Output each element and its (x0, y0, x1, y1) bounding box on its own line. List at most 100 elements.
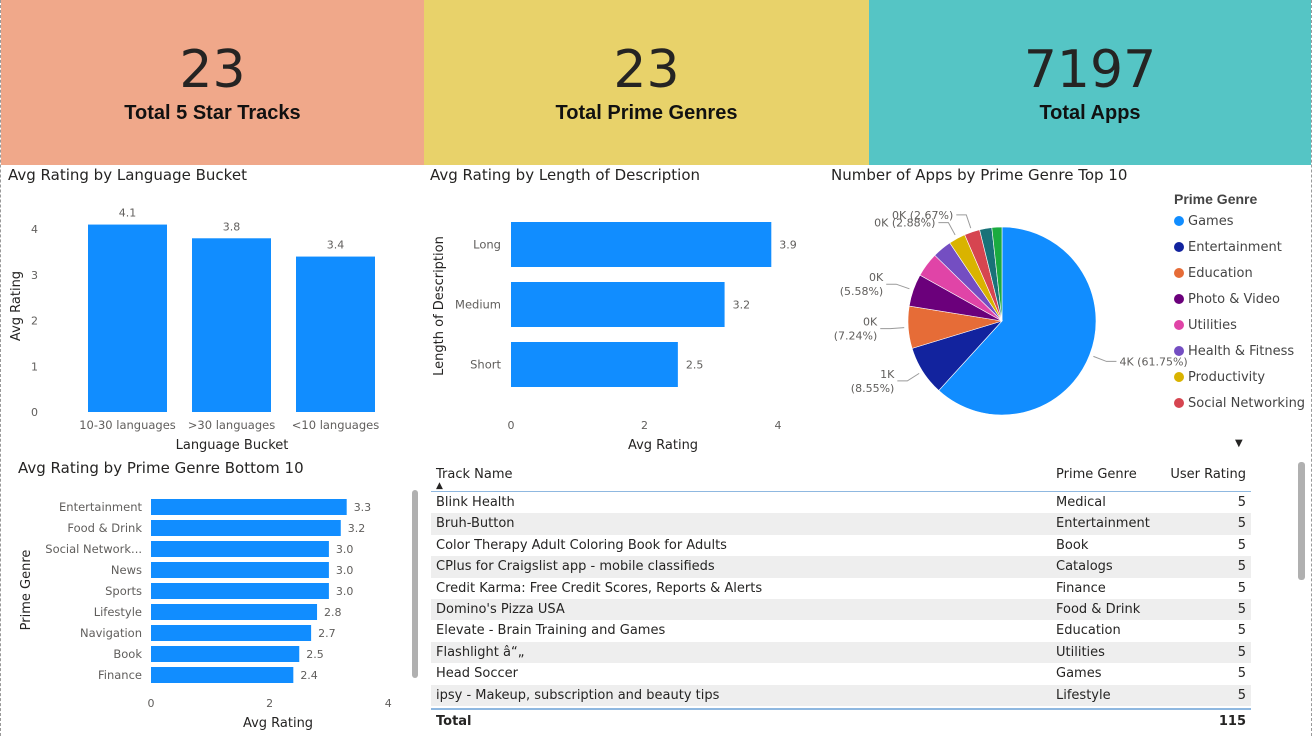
table-row[interactable]: Credit Karma: Free Credit Scores, Report… (431, 578, 1251, 599)
y-tick-label: Social Network... (45, 542, 142, 556)
legend-scroll-down-icon[interactable]: ▼ (1235, 438, 1243, 449)
x-tick-label: 4 (774, 419, 781, 432)
cell-prime-genre: Finance (1056, 580, 1106, 596)
legend-item[interactable]: Entertainment (1174, 240, 1282, 255)
bar-data-label: 3.9 (779, 239, 797, 252)
legend-swatch (1174, 398, 1184, 408)
column-header-track-name[interactable]: Track Name (436, 467, 513, 482)
pie-data-label-value: 1K (880, 368, 895, 381)
cell-track-name: Credit Karma: Free Credit Scores, Report… (436, 580, 763, 596)
bar (511, 222, 772, 267)
cell-prime-genre: Medical (1056, 495, 1106, 510)
legend-item[interactable]: Photo & Video (1174, 292, 1280, 307)
chart-apps-by-prime-genre-top10[interactable]: 4K (61.75%)1K (8.55%)0K (7.24%)0K (5.58%)0K… (825, 190, 1188, 445)
cell-track-name: Elevate - Brain Training and Games (436, 623, 666, 639)
bar-data-label: 2.8 (324, 606, 342, 619)
pie-data-label: 0K (2.67%) (892, 209, 953, 222)
chart-avg-rating-by-description-length[interactable]: 3.9 Long 3.2 Medium 2.5 Short 0 2 4 Avg Rating Len… (425, 190, 825, 460)
legend-item[interactable]: Education (1174, 266, 1253, 281)
pie-leader-line (938, 222, 956, 236)
bar (151, 646, 300, 662)
bar-data-label: 4.1 (119, 207, 137, 220)
legend-item[interactable]: Health & Fitness (1174, 344, 1294, 359)
y-tick-label: Navigation (80, 626, 142, 640)
kpi-value: 23 (613, 40, 680, 100)
table-row[interactable]: Color Therapy Adult Coloring Book for Ad… (431, 535, 1251, 556)
table-row[interactable]: Blink Health Medical 5 (431, 492, 1251, 513)
cell-track-name: Flashlight â“„ (436, 644, 525, 660)
table-row[interactable]: ipsy - Makeup, subscription and beauty t… (431, 684, 1251, 706)
sort-ascending-icon[interactable]: ▲ (436, 481, 443, 491)
bar (151, 583, 329, 599)
cell-user-rating: 5 (1237, 623, 1246, 639)
y-tick-label: 1 (31, 360, 38, 373)
total-label: Total (436, 714, 472, 729)
legend-item[interactable]: Games (1174, 214, 1233, 229)
bar-data-label: 2.5 (306, 648, 324, 661)
x-tick-label: >30 languages (188, 418, 275, 432)
table-row[interactable]: Domino's Pizza USA Food & Drink 5 (431, 598, 1251, 621)
y-tick-label: 2 (31, 315, 38, 328)
cell-prime-genre: Education (1056, 623, 1121, 639)
pie-data-label-percent: (5.58%) (840, 285, 884, 298)
kpi-label: Total Apps (1039, 102, 1141, 124)
kpi-value: 23 (179, 40, 246, 100)
pie-data-label-value: 0K (869, 271, 884, 284)
cell-prime-genre: Games (1056, 666, 1102, 682)
x-tick-label: 4 (385, 697, 392, 710)
x-tick-label: 0 (148, 697, 155, 710)
table-body: Blink Health Medical 5 Bruh-Button Entertain… (431, 492, 1251, 706)
pie-data-label: 1K (8.55%) (851, 368, 895, 395)
kpi-label: Total Prime Genres (555, 102, 738, 124)
table-row[interactable]: Head Soccer Games 5 (431, 663, 1251, 684)
y-tick-label: 3 (31, 269, 38, 282)
bar (151, 604, 318, 620)
table-row[interactable]: Elevate - Brain Training and Games Educat… (431, 620, 1251, 641)
table-row[interactable]: Bruh-Button Entertainment 5 (431, 513, 1251, 535)
bar-data-label: 3.3 (354, 501, 372, 514)
bar (151, 562, 329, 578)
y-axis-title: Avg Rating (9, 271, 24, 341)
cell-user-rating: 5 (1237, 516, 1246, 532)
column-header-user-rating[interactable]: User Rating (1170, 467, 1246, 482)
legend-item[interactable]: Social Networking (1174, 396, 1305, 411)
chart-avg-rating-by-prime-genre-bottom10[interactable]: 3.3 Entertainment 3.2 Food & Drink 3.0 Social… (0, 484, 425, 736)
chart-scrollbar-thumb[interactable] (412, 490, 418, 678)
legend-swatch (1174, 372, 1184, 382)
bar (511, 342, 678, 387)
legend-item[interactable]: Utilities (1174, 318, 1237, 333)
total-value: 115 (1218, 714, 1246, 729)
kpi-card-prime-genres[interactable]: 23 Total Prime Genres (424, 0, 869, 165)
table-total-row: Total 115 (431, 708, 1251, 734)
table-row[interactable]: Flashlight â“„ Utilities 5 (431, 641, 1251, 664)
pie-leader-line (880, 327, 905, 330)
table-row[interactable]: CPlus for Craigslist app - mobile classi… (431, 556, 1251, 578)
bar (151, 667, 294, 683)
table-scrollbar-thumb[interactable] (1298, 462, 1305, 580)
cell-track-name: Color Therapy Adult Coloring Book for Ad… (436, 537, 727, 553)
y-tick-label: Short (470, 358, 501, 372)
cell-user-rating: 5 (1237, 666, 1246, 682)
chart-avg-rating-by-language-bucket[interactable]: 0 1 2 3 4 4.1 10-30 languages 3.8 >30 languages 3… (0, 190, 425, 460)
column-header-prime-genre[interactable]: Prime Genre (1056, 467, 1137, 482)
kpi-label: Total 5 Star Tracks (124, 102, 301, 124)
cell-track-name: Domino's Pizza USA (436, 601, 565, 617)
y-tick-label: 4 (31, 223, 38, 236)
bar-data-label: 2.5 (686, 359, 704, 372)
bar-data-label: 2.4 (300, 669, 318, 682)
x-axis-title: Avg Rating (628, 438, 698, 453)
kpi-card-5-star-tracks[interactable]: 23 Total 5 Star Tracks (1, 0, 424, 165)
y-tick-label: Long (473, 238, 501, 252)
legend-label: Education (1188, 266, 1253, 281)
cell-user-rating: 5 (1237, 495, 1246, 510)
bar-data-label: 3.0 (336, 543, 354, 556)
bar (151, 541, 329, 557)
y-axis-title: Length of Description (432, 236, 447, 376)
bar-data-label: 3.4 (327, 239, 345, 252)
legend-swatch (1174, 346, 1184, 356)
cell-prime-genre: Utilities (1056, 644, 1105, 660)
cell-user-rating: 5 (1237, 601, 1246, 617)
cell-prime-genre: Entertainment (1056, 516, 1150, 532)
kpi-card-total-apps[interactable]: 7197 Total Apps (869, 0, 1311, 165)
legend-item[interactable]: Productivity (1174, 370, 1265, 385)
